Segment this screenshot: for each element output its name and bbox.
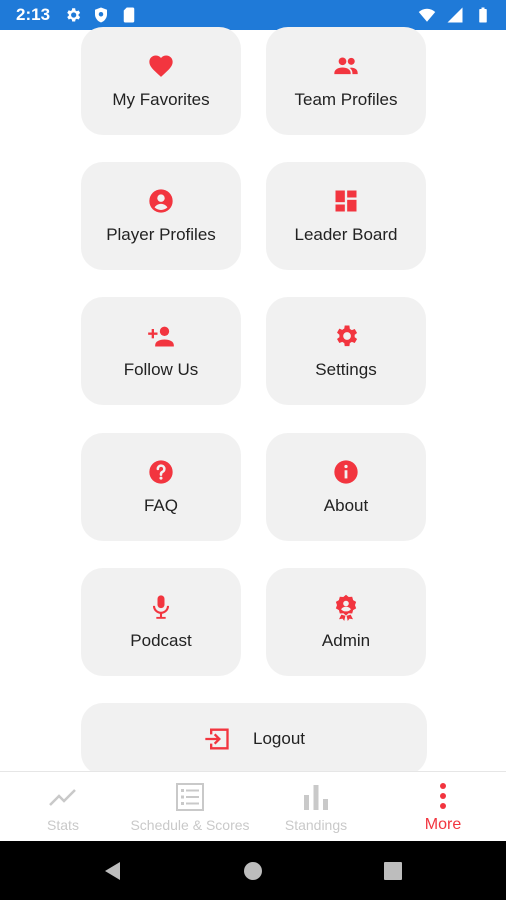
tile-label: About — [323, 496, 369, 515]
player-profiles-tile[interactable]: Player Profiles — [81, 162, 241, 270]
account-circle-icon — [149, 189, 173, 213]
recents-icon[interactable] — [383, 861, 403, 881]
admin-badge-icon — [335, 594, 357, 621]
nav-label: Stats — [47, 817, 79, 833]
heart-icon — [149, 55, 173, 77]
bar-chart-icon — [304, 785, 328, 810]
logout-label: Logout — [253, 729, 305, 748]
tile-label: Settings — [315, 360, 377, 379]
list-icon — [176, 783, 204, 811]
settings-tile[interactable]: Settings — [266, 297, 426, 405]
tile-label: Team Profiles — [294, 90, 398, 109]
nav-standings[interactable]: Standings — [270, 772, 362, 842]
microphone-icon — [152, 595, 170, 619]
admin-tile[interactable]: Admin — [266, 568, 426, 676]
nav-stats[interactable]: Stats — [23, 772, 103, 842]
signal-icon — [447, 7, 463, 23]
wifi-icon — [418, 8, 436, 22]
nav-schedule-scores[interactable]: Schedule & Scores — [120, 772, 260, 842]
back-icon[interactable] — [103, 861, 123, 881]
system-navigation-bar — [0, 841, 506, 900]
person-add-icon — [148, 326, 174, 347]
tile-label: Player Profiles — [106, 225, 216, 244]
trending-icon — [49, 789, 76, 806]
status-time: 2:13 — [16, 5, 51, 24]
group-icon — [334, 57, 358, 75]
nav-label: Standings — [284, 817, 348, 833]
tile-label: My Favorites — [112, 90, 210, 109]
my-favorites-tile[interactable]: My Favorites — [81, 27, 241, 135]
shield-status-icon — [95, 7, 107, 23]
tile-label: Follow Us — [123, 360, 199, 379]
tile-label: FAQ — [143, 496, 178, 515]
about-tile[interactable]: About — [266, 433, 426, 541]
follow-us-tile[interactable]: Follow Us — [81, 297, 241, 405]
team-profiles-tile[interactable]: Team Profiles — [266, 27, 426, 135]
podcast-tile[interactable]: Podcast — [81, 568, 241, 676]
info-icon — [334, 460, 358, 484]
tile-label: Podcast — [130, 631, 192, 650]
battery-icon — [479, 7, 487, 23]
nav-more[interactable]: More — [403, 772, 483, 842]
home-icon[interactable] — [243, 861, 263, 881]
bottom-navigation: Stats Schedule & Scores Standings More — [0, 771, 506, 842]
dashboard-icon — [335, 190, 357, 212]
leader-board-tile[interactable]: Leader Board — [266, 162, 426, 270]
nav-label: Schedule & Scores — [130, 817, 250, 833]
settings-status-icon — [67, 8, 81, 22]
sim-card-icon — [123, 7, 135, 23]
help-icon — [149, 460, 173, 484]
nav-label: More — [424, 816, 462, 833]
more-vert-icon — [440, 783, 446, 809]
logout-button[interactable]: Logout — [81, 703, 427, 775]
status-bar: 2:13 — [0, 0, 506, 30]
gear-icon — [337, 325, 358, 347]
tile-label: Admin — [321, 631, 371, 650]
faq-tile[interactable]: FAQ — [81, 433, 241, 541]
tile-label: Leader Board — [294, 225, 398, 244]
logout-icon — [205, 728, 229, 750]
